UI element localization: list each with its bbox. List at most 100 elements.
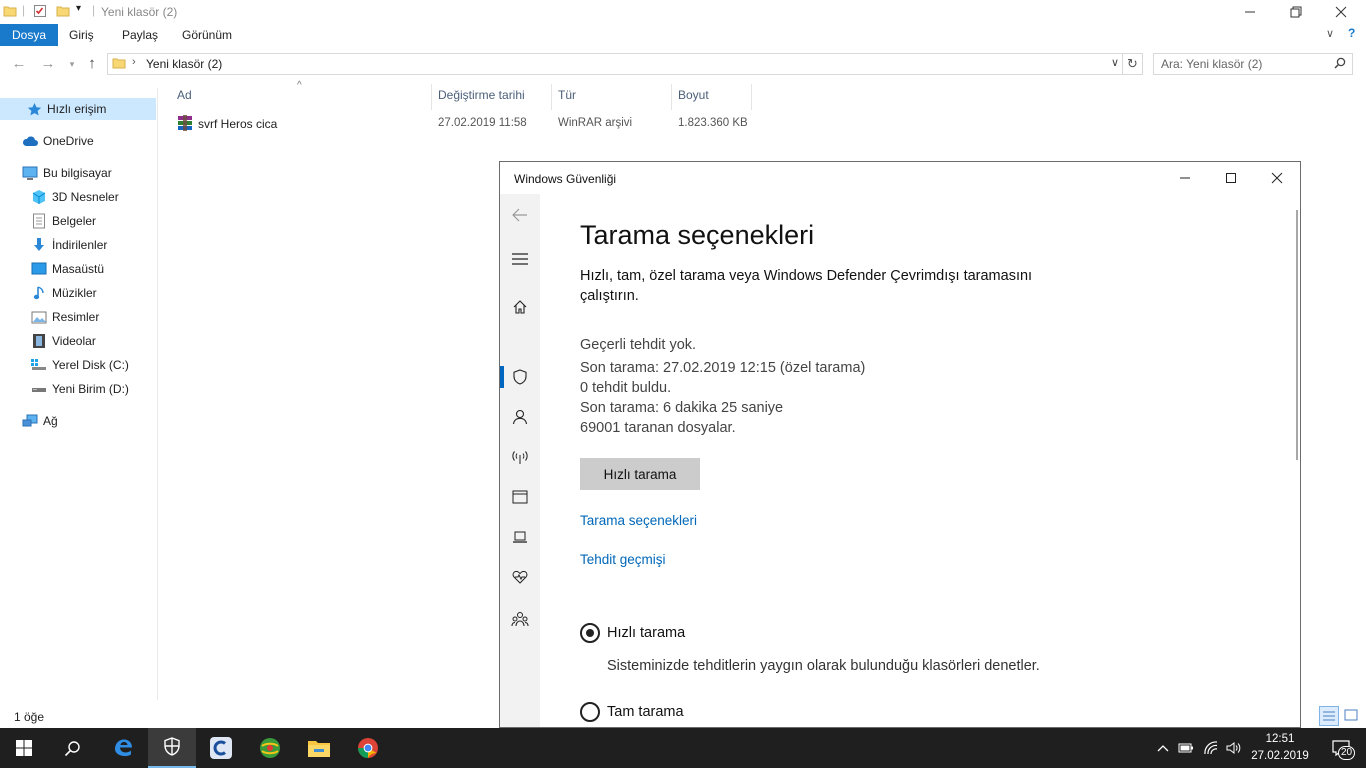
nav-label: Müzikler: [52, 286, 97, 300]
chevron-up-icon[interactable]: [1153, 728, 1173, 768]
cloud-icon: [22, 133, 38, 149]
address-bar[interactable]: › Yeni klasör (2) ∨: [107, 53, 1123, 75]
wifi-icon[interactable]: [1200, 728, 1222, 768]
start-button[interactable]: [0, 728, 48, 768]
column-header-date[interactable]: Değiştirme tarihi: [432, 84, 552, 110]
shield-icon[interactable]: [500, 365, 540, 389]
nav-downloads[interactable]: İndirilenler: [31, 234, 107, 256]
maximize-button[interactable]: [1208, 162, 1254, 194]
battery-icon[interactable]: [1176, 728, 1196, 768]
chevron-down-icon[interactable]: ∨: [1111, 56, 1119, 69]
tab-share[interactable]: Paylaş: [110, 24, 170, 46]
app-c-icon[interactable]: [197, 728, 245, 768]
close-button[interactable]: [1254, 162, 1300, 194]
tab-home[interactable]: Giriş: [57, 24, 106, 46]
close-button[interactable]: [1318, 0, 1364, 24]
forward-arrow-icon[interactable]: →: [38, 54, 58, 74]
security-scrollbar[interactable]: [1296, 210, 1298, 460]
nav-label: İndirilenler: [52, 238, 108, 252]
details-view-button[interactable]: [1319, 706, 1339, 726]
system-clock[interactable]: 12:51 27.02.2019: [1244, 731, 1316, 765]
customize-quick-access-icon[interactable]: ▾: [76, 3, 81, 14]
up-arrow-icon[interactable]: ↑: [82, 54, 102, 74]
nav-label: Videolar: [52, 334, 96, 348]
security-window-title: Windows Güvenliği: [514, 172, 617, 186]
edge-browser-icon[interactable]: [99, 728, 147, 768]
nav-label: Yeni Birim (D:): [52, 382, 129, 396]
search-icon[interactable]: [1334, 57, 1346, 72]
back-arrow-icon[interactable]: ←: [9, 54, 29, 74]
nav-documents[interactable]: Belgeler: [31, 210, 96, 232]
nav-3d-objects[interactable]: 3D Nesneler: [31, 186, 119, 208]
status-item-count: 1 öğe: [14, 710, 45, 724]
new-folder-icon[interactable]: [56, 4, 70, 21]
search-icon[interactable]: [48, 728, 96, 768]
minimize-button[interactable]: [1162, 162, 1208, 194]
drive-icon: [31, 381, 47, 397]
quick-scan-label: Hızlı tarama: [607, 625, 686, 641]
scan-options-link[interactable]: Tarama seçenekleri: [580, 513, 697, 528]
nav-local-disk-c[interactable]: Yerel Disk (C:): [31, 354, 129, 376]
nav-videos[interactable]: Videolar: [31, 330, 96, 352]
notification-count-badge: 20: [1338, 746, 1356, 760]
tab-view[interactable]: Görünüm: [170, 24, 244, 46]
quick-scan-button[interactable]: Hızlı tarama: [580, 458, 700, 490]
windows-security-window: Windows Güvenliği Tarama seçenekleri Hız…: [499, 161, 1301, 728]
nav-onedrive[interactable]: OneDrive: [22, 130, 94, 152]
nav-desktop[interactable]: Masaüstü: [31, 258, 104, 280]
threat-history-link[interactable]: Tehdit geçmişi: [580, 552, 666, 567]
column-header-name[interactable]: Ad: [171, 84, 432, 110]
tab-file[interactable]: Dosya: [0, 24, 59, 46]
restore-button[interactable]: [1273, 0, 1319, 24]
document-icon: [31, 213, 47, 229]
health-heart-icon[interactable]: [500, 565, 540, 589]
column-header-type[interactable]: Tür: [552, 84, 672, 110]
windows-security-taskbar-icon[interactable]: [148, 728, 196, 768]
computer-icon: [22, 165, 38, 181]
chevron-right-icon[interactable]: ›: [132, 56, 136, 68]
last-scan-date: Son tarama: 27.02.2019 12:15 (özel taram…: [580, 360, 866, 376]
nav-pictures[interactable]: Resimler: [31, 306, 99, 328]
device-laptop-icon[interactable]: [500, 525, 540, 549]
family-options-icon[interactable]: [500, 607, 540, 631]
volume-icon[interactable]: [1224, 728, 1244, 768]
full-scan-radio[interactable]: [580, 702, 600, 722]
desktop-icon: [31, 261, 47, 277]
separator: |: [22, 3, 26, 17]
app-browser-control-icon[interactable]: [500, 485, 540, 509]
home-icon[interactable]: [500, 295, 540, 319]
quick-scan-radio[interactable]: [580, 623, 600, 643]
ribbon-tabs: Dosya Giriş Paylaş Görünüm ∨ ?: [0, 24, 1366, 46]
back-arrow-icon[interactable]: [500, 203, 540, 227]
nav-label: Belgeler: [52, 214, 97, 228]
chrome-browser-icon[interactable]: [344, 728, 392, 768]
nav-quick-access[interactable]: Hızlı erişim: [0, 98, 156, 120]
table-row[interactable]: svrf Heros cica 27.02.2019 11:58 WinRAR …: [171, 112, 751, 134]
recent-locations-icon[interactable]: ▾: [62, 54, 82, 74]
help-icon[interactable]: ?: [1348, 26, 1355, 40]
large-icons-view-button[interactable]: [1342, 706, 1362, 726]
nav-music[interactable]: Müzikler: [31, 282, 97, 304]
refresh-button[interactable]: ↻: [1123, 53, 1143, 75]
search-input[interactable]: Ara: Yeni klasör (2): [1153, 53, 1353, 75]
folder-icon: [112, 56, 126, 73]
column-header-size[interactable]: Boyut: [672, 84, 752, 110]
hamburger-menu-icon[interactable]: [500, 247, 540, 271]
properties-icon[interactable]: [33, 4, 47, 21]
nav-new-volume-d[interactable]: Yeni Birim (D:): [31, 378, 129, 400]
file-name: svrf Heros cica: [198, 117, 278, 131]
nav-label: Hızlı erişim: [47, 102, 107, 116]
notification-center-icon[interactable]: 20: [1321, 728, 1361, 768]
address-row: ← → ▾ ↑ › Yeni klasör (2) ∨ ↻ Ara: Yeni …: [0, 50, 1366, 78]
file-explorer-icon[interactable]: [295, 728, 343, 768]
nav-this-pc[interactable]: Bu bilgisayar: [22, 162, 112, 184]
account-person-icon[interactable]: [500, 405, 540, 429]
download-manager-globe-icon[interactable]: [246, 728, 294, 768]
wireless-firewall-icon[interactable]: [500, 445, 540, 469]
address-text[interactable]: Yeni klasör (2): [146, 57, 222, 71]
expand-ribbon-icon[interactable]: ∨: [1326, 27, 1334, 40]
winrar-archive-icon: [177, 115, 193, 134]
nav-network[interactable]: Ağ: [22, 410, 58, 432]
download-arrow-icon: [31, 237, 47, 253]
minimize-button[interactable]: [1227, 0, 1273, 24]
